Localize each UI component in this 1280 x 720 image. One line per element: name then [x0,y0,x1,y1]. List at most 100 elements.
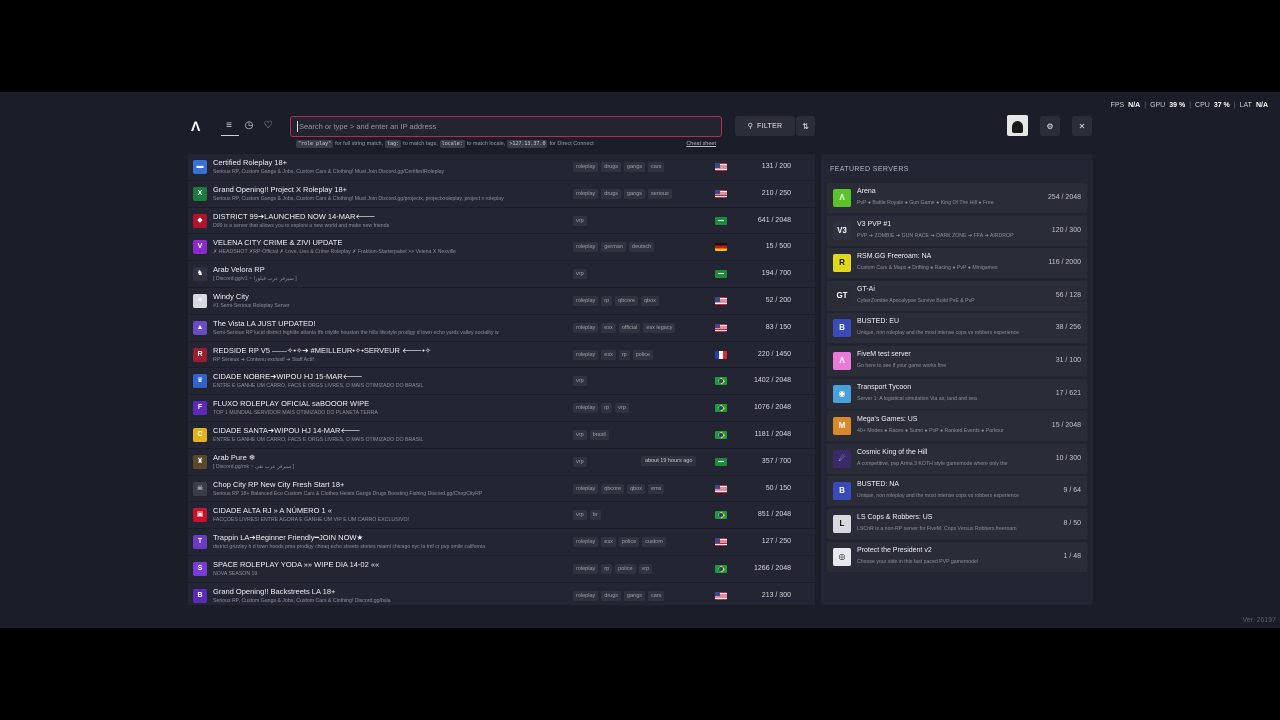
server-tag[interactable]: roleplay [573,537,599,548]
server-tag[interactable]: roleplay [573,322,599,333]
server-tag[interactable]: qbox [640,295,659,306]
featured-server-item[interactable]: Λ FiveM test server Go here to see if your… [827,346,1087,376]
server-tags: roleplay rp vrp [573,403,629,414]
user-avatar[interactable] [1007,115,1028,136]
server-tag[interactable]: esx [601,322,616,333]
featured-server-item[interactable]: ◉ Transport Tycoon Server 1: A logistical … [827,378,1087,409]
server-tag[interactable]: roleplay [573,349,599,360]
server-tag[interactable]: rp [618,349,630,360]
settings-button[interactable]: ⚙ [1040,116,1060,136]
server-tag[interactable]: cars [648,162,665,172]
server-row[interactable]: R REDSIDE RP V5 ——✧•✧➔ #MEILLEUR•✧•SERVEU… [188,341,815,369]
server-row[interactable]: F FLUXO ROLEPLAY OFICIAL saBOOOR WIPE TOP … [188,395,815,422]
server-row[interactable]: ▬ Certified Roleplay 18+ Serious RP, Custo… [188,154,815,181]
featured-server-item[interactable]: ☄ Cosmic King of the Hill A competitive, p… [827,443,1087,474]
server-tag[interactable]: gangs [624,590,646,601]
featured-server-description: CyberZombie Apocalypse Survive Build PvE… [857,297,975,304]
server-tag[interactable]: serious [648,188,672,199]
featured-server-item[interactable]: ◎ Protect the President v2 Choose your sid… [827,541,1087,572]
server-tag[interactable]: drugs [601,188,622,199]
server-tag[interactable]: deutsch [628,242,655,253]
server-tag[interactable]: vrp [615,403,629,414]
server-row[interactable]: X Grand Opening!! Project X Roleplay 18+ S… [188,180,815,208]
server-tag[interactable]: custom [642,537,666,548]
server-tag[interactable]: qbcore [615,295,638,306]
history-icon[interactable]: ◷ [242,119,256,133]
server-tag[interactable]: qbcore [601,483,625,494]
server-row[interactable]: ▲ The Vista LA JUST UPDATED! Semi-Serious … [188,314,815,342]
server-tag[interactable]: esx legacy [643,322,676,333]
search-input[interactable] [299,122,715,131]
featured-server-item[interactable]: M Mega's Games: US 40+ Modes ● Races ● Sum… [827,411,1087,442]
server-tag[interactable]: rp [601,563,613,574]
featured-server-item[interactable]: R RSM.GG Freeroam: NA Custom Cars & Maps ●… [827,248,1087,279]
server-tag[interactable]: german [601,242,626,253]
server-tag[interactable]: vrp [573,376,587,387]
server-tag[interactable]: roleplay [573,242,599,253]
server-tag[interactable]: roleplay [573,188,599,199]
server-row[interactable]: ✶ Windy City #1 Semi-Serious Roleplay Serv… [188,287,815,315]
server-tag[interactable]: drugs [601,590,622,601]
server-tag[interactable]: ems [648,483,665,494]
server-tag[interactable]: vrp [573,456,587,467]
featured-server-item[interactable]: B BUSTED: EU Unique, non roleplay and the … [827,313,1087,344]
server-tag[interactable]: police [632,349,654,360]
featured-server-item[interactable]: Λ Arena PvP ● Battle Royale ● Gun Game ● K… [827,183,1087,213]
server-row[interactable]: ☠ Chop City RP New City Fresh Start 18+ Se… [188,475,815,503]
sort-button[interactable]: ⇅ [796,116,815,136]
server-tag[interactable]: official [618,322,641,333]
server-row[interactable]: ◆ DISTRICT 99➔LAUNCHED NOW 14-MAR🡐 D99 is … [188,207,815,235]
featured-server-item[interactable]: B BUSTED: NA Unique, non roleplay and the … [827,476,1087,507]
close-button[interactable]: ✕ [1072,116,1092,136]
server-tag[interactable]: police [618,537,640,548]
server-tag[interactable]: esx [601,349,616,360]
search-box[interactable] [290,116,722,137]
server-row[interactable]: T Trappin LA➔Beginner Friendly━JOIN NOW★ d… [188,529,815,556]
featured-server-description: PvP ● Battle Royale ● Gun Game ● King Of… [857,200,994,206]
server-tag[interactable]: roleplay [573,483,599,494]
server-row[interactable]: ▣ CIDADE ALTA RJ » A NÚMERO 1 «FACÇÕES LI… [188,502,815,530]
server-row[interactable]: C CIDADE SANTA➔WIPOU HJ 14-MAR🡐 ENTRE E GA… [188,421,815,449]
server-list-icon[interactable]: ≡ [222,119,236,133]
cheat-sheet-link[interactable]: Cheat sheet [686,141,716,147]
featured-server-item[interactable]: L LS Cops & Robbers: US LSCnR is a non-RP … [827,509,1087,539]
featured-server-icon: ☄ [833,449,851,468]
server-tag[interactable]: rp [601,295,613,306]
server-tag[interactable]: rp [601,403,613,414]
server-tag[interactable]: drugs [601,162,622,172]
favorites-icon[interactable]: ♡ [261,119,275,133]
server-row[interactable]: B Grand Opening!! Backstreets LA 18+ Serio… [188,582,815,605]
filter-button[interactable]: ⚲ FILTER [735,116,795,136]
server-tag[interactable]: qbox [627,483,646,494]
server-tag[interactable]: vrp [573,215,587,226]
server-tag[interactable]: vrp [573,269,587,280]
server-row[interactable]: S SPACE ROLEPLAY YODA »» WIPE DIA 14-02 «… [188,555,815,583]
server-tag[interactable]: br [589,510,601,521]
server-row[interactable]: ♞ Arab Velora RP[ Discord.gg/v1 ~ سيرفر ع… [188,261,815,288]
featured-server-item[interactable]: GT GT-Ai CyberZombie Apocalypse Survive Bu… [827,280,1087,311]
server-row[interactable]: V VELENA CITY CRIME & ZIVI UPDATE ✗ HEADSH… [188,234,815,262]
server-tag[interactable]: roleplay [573,563,599,574]
server-tag[interactable]: roleplay [573,295,599,306]
server-tag[interactable]: brasil [589,429,609,440]
server-tag[interactable]: vrp [573,510,587,521]
server-tags: vrp [573,456,587,467]
server-row[interactable]: ♛ CIDADE NOBRE➔WIPOU HJ 15-MAR🡐 ENTRE E GA… [188,368,815,396]
hint-code: tag: [385,140,402,148]
server-list[interactable]: ▬ Certified Roleplay 18+ Serious RP, Custo… [188,154,815,605]
server-tag[interactable]: roleplay [573,403,599,414]
server-tag[interactable]: roleplay [573,590,599,601]
fivem-logo-icon[interactable]: Λ [191,118,205,134]
server-tag[interactable]: cars [648,590,665,601]
server-name: VELENA CITY CRIME & ZIVI UPDATE [213,238,343,248]
server-tag[interactable]: esx [601,537,616,548]
server-tag[interactable]: gangs [624,188,646,199]
server-tag[interactable]: vrp [573,429,587,440]
server-icon: V [193,240,207,255]
server-tag[interactable]: vrp [638,563,653,574]
featured-server-item[interactable]: V3 V3 PVP #1 PVP ➔ ZOMBIE ➔ GUN RACE ➔ DAR… [827,215,1087,246]
server-tag[interactable]: police [615,563,636,574]
server-row[interactable]: ♜ Arab Pure ❄[ Discord.gg/mk ~ سيرفر عرب … [188,448,815,476]
server-tag[interactable]: roleplay [573,162,599,172]
server-tag[interactable]: gangs [624,162,646,172]
